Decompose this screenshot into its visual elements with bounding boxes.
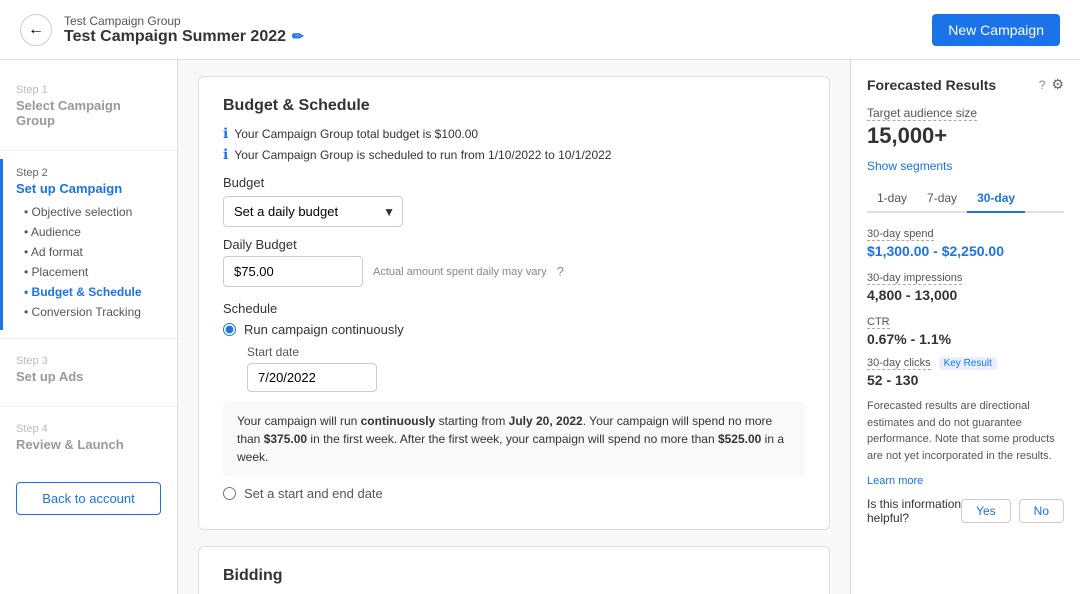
bidding-title: Bidding <box>223 567 805 585</box>
top-nav: ← Test Campaign Group Test Campaign Summ… <box>0 0 1080 60</box>
start-date-label: Start date <box>247 345 805 359</box>
sidebar-item-objective[interactable]: Objective selection <box>24 202 161 222</box>
impressions-label: 30-day impressions <box>867 272 962 285</box>
budget-field-label: Budget <box>223 175 805 190</box>
edit-icon[interactable]: ✏ <box>292 28 304 45</box>
budget-select[interactable]: Set a daily budget Set a lifetime budget <box>223 196 403 227</box>
sidebar-item-placement[interactable]: Placement <box>24 262 161 282</box>
step-2-items: Objective selection Audience Ad format P… <box>24 202 161 322</box>
nav-titles: Test Campaign Group Test Campaign Summer… <box>64 14 304 46</box>
show-segments-link[interactable]: Show segments <box>867 159 1064 173</box>
info-icon-2: ℹ <box>223 146 228 163</box>
step-3-title: Set up Ads <box>16 369 161 384</box>
daily-budget-label: Daily Budget <box>223 237 805 252</box>
nav-group-title: Test Campaign Group <box>64 14 304 28</box>
sidebar-item-audience[interactable]: Audience <box>24 222 161 242</box>
sidebar-item-budget-schedule[interactable]: Budget & Schedule <box>24 282 161 302</box>
budget-select-wrapper: Set a daily budget Set a lifetime budget… <box>223 196 403 227</box>
info-icon-1: ℹ <box>223 125 228 142</box>
back-button[interactable]: ← <box>20 14 52 46</box>
step-3-group: Step 3 Set up Ads <box>0 347 177 398</box>
bidding-card: Bidding Optimization goal ? Landing page… <box>198 546 830 594</box>
spend-label: 30-day spend <box>867 228 934 241</box>
step-1-title: Select Campaign Group <box>16 98 161 128</box>
back-to-account-button[interactable]: Back to account <box>16 482 161 515</box>
step-3-label: Step 3 <box>16 355 161 367</box>
spend-value: $1,300.00 - $2,250.00 <box>867 243 1064 259</box>
daily-budget-help-icon[interactable]: ? <box>557 264 564 279</box>
helpful-buttons: Yes No <box>961 499 1064 523</box>
tab-1-day[interactable]: 1-day <box>867 185 917 213</box>
daily-budget-row: Actual amount spent daily may vary ? <box>223 256 805 287</box>
sidebar-item-ad-format[interactable]: Ad format <box>24 242 161 262</box>
audience-block: Target audience size 15,000+ <box>867 105 1064 149</box>
ctr-block: CTR 0.67% - 1.1% <box>867 313 1064 347</box>
set-date-row: Set a start and end date <box>223 486 805 501</box>
forecast-note: Forecasted results are directional estim… <box>867 398 1064 464</box>
info-text-1: Your Campaign Group total budget is $100… <box>234 127 478 141</box>
back-icon: ← <box>28 21 44 39</box>
tab-7-day[interactable]: 7-day <box>917 185 967 213</box>
new-campaign-button[interactable]: New Campaign <box>932 14 1060 46</box>
key-result-badge: Key Result <box>939 357 997 370</box>
step-2-title: Set up Campaign <box>16 181 161 196</box>
start-date-input[interactable] <box>247 363 377 392</box>
clicks-label: 30-day clicks <box>867 357 931 370</box>
sidebar-item-conversion-tracking[interactable]: Conversion Tracking <box>24 302 161 322</box>
yes-button[interactable]: Yes <box>961 499 1011 523</box>
main-layout: Step 1 Select Campaign Group Step 2 Set … <box>0 60 1080 594</box>
no-button[interactable]: No <box>1019 499 1064 523</box>
forecast-help-icon[interactable]: ? <box>1039 78 1046 92</box>
step-1-label: Step 1 <box>16 84 161 96</box>
budget-schedule-card: Budget & Schedule ℹ Your Campaign Group … <box>198 76 830 530</box>
step-4-title: Review & Launch <box>16 437 161 452</box>
impressions-block: 30-day impressions 4,800 - 13,000 <box>867 269 1064 303</box>
impressions-value: 4,800 - 13,000 <box>867 287 1064 303</box>
ctr-label: CTR <box>867 316 890 329</box>
sidebar: Step 1 Select Campaign Group Step 2 Set … <box>0 60 178 594</box>
ctr-value: 0.67% - 1.1% <box>867 331 1064 347</box>
run-continuously-radio[interactable] <box>223 323 236 336</box>
step-1-group: Step 1 Select Campaign Group <box>0 76 177 142</box>
nav-left: ← Test Campaign Group Test Campaign Summ… <box>20 14 304 46</box>
info-row-1: ℹ Your Campaign Group total budget is $1… <box>223 125 805 142</box>
audience-size: 15,000+ <box>867 123 1064 149</box>
schedule-section: Schedule Run campaign continuously Start… <box>223 301 805 501</box>
forecast-header: Forecasted Results ? ⚙ <box>867 76 1064 93</box>
budget-schedule-title: Budget & Schedule <box>223 97 805 115</box>
schedule-label: Schedule <box>223 301 805 316</box>
audience-label: Target audience size <box>867 106 977 121</box>
gear-icon[interactable]: ⚙ <box>1051 76 1064 93</box>
daily-budget-hint: Actual amount spent daily may vary <box>373 266 547 278</box>
info-text-2: Your Campaign Group is scheduled to run … <box>234 148 611 162</box>
right-panel: Forecasted Results ? ⚙ Target audience s… <box>850 60 1080 594</box>
learn-more-link[interactable]: Learn more <box>867 475 923 487</box>
clicks-block: 30-day clicks Key Result 52 - 130 <box>867 357 1064 388</box>
step-2-label: Step 2 <box>16 167 161 179</box>
content-area: Budget & Schedule ℹ Your Campaign Group … <box>178 60 850 594</box>
step-2-group: Step 2 Set up Campaign Objective selecti… <box>0 159 177 330</box>
info-row-2: ℹ Your Campaign Group is scheduled to ru… <box>223 146 805 163</box>
forecast-title: Forecasted Results <box>867 77 996 93</box>
run-info-box: Your campaign will run continuously star… <box>223 402 805 476</box>
set-date-radio[interactable] <box>223 487 236 500</box>
nav-campaign-title: Test Campaign Summer 2022 ✏ <box>64 28 304 46</box>
run-continuously-row: Run campaign continuously <box>223 322 805 337</box>
start-date-wrap: Start date <box>247 345 805 392</box>
spend-block: 30-day spend $1,300.00 - $2,250.00 <box>867 225 1064 259</box>
helpful-row: Is this information helpful? Yes No <box>867 497 1064 525</box>
daily-budget-input[interactable] <box>223 256 363 287</box>
step-4-label: Step 4 <box>16 423 161 435</box>
run-continuously-label: Run campaign continuously <box>244 322 404 337</box>
set-date-label: Set a start and end date <box>244 486 383 501</box>
step-4-group: Step 4 Review & Launch <box>0 415 177 466</box>
clicks-value: 52 - 130 <box>867 372 1064 388</box>
helpful-text: Is this information helpful? <box>867 497 961 525</box>
day-tabs: 1-day 7-day 30-day <box>867 185 1064 213</box>
tab-30-day[interactable]: 30-day <box>967 185 1025 213</box>
